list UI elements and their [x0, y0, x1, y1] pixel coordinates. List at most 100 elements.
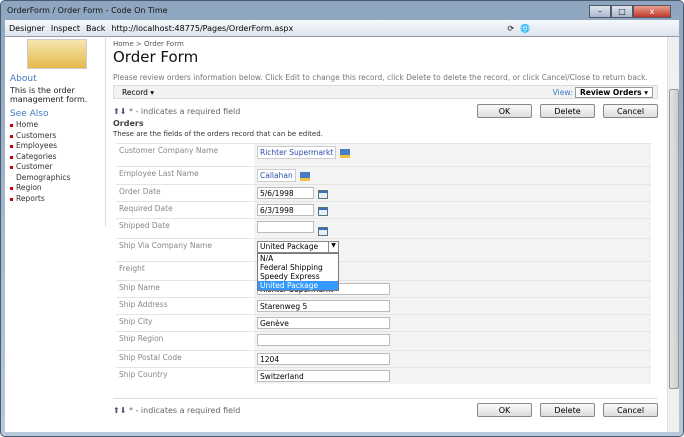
sidebar: About This is the order management form.…: [8, 37, 106, 227]
required-note: * - indicates a required field: [128, 106, 241, 116]
delete-button[interactable]: Delete: [540, 104, 595, 118]
calendar-icon[interactable]: [318, 206, 328, 216]
field-label: Order Date: [116, 184, 254, 202]
about-title: About: [10, 74, 37, 84]
sidebar-link-region[interactable]: Region: [10, 183, 105, 194]
ship-address-input[interactable]: Starenweg 5: [257, 299, 390, 312]
calendar-icon[interactable]: [318, 226, 328, 236]
app-logo-icon: [26, 39, 87, 69]
shipped-date-input[interactable]: [257, 221, 314, 233]
field-label: Ship City: [116, 313, 254, 331]
page-description: Please review orders information below. …: [113, 73, 648, 82]
field-row: Ship Via Company Name United Package ▼ N/A…: [116, 237, 651, 291]
delete-button[interactable]: Delete: [540, 403, 595, 417]
field-label: Ship Region: [116, 330, 254, 350]
breadcrumb-sep: >: [135, 40, 142, 48]
order-form-table: Customer Company Name Richter Supermarkt …: [116, 143, 651, 384]
field-row: Ship City Genève: [116, 313, 651, 331]
option-speedy-express[interactable]: Speedy Express: [258, 272, 338, 281]
sidebar-link-employees[interactable]: Employees: [10, 141, 105, 152]
ship-region-input[interactable]: [257, 333, 390, 346]
field-label: Employee Last Name: [116, 166, 254, 185]
bottom-button-row: ⬆⬇ * - indicates a required field OK Dele…: [113, 398, 658, 417]
field-label: Ship Postal Code: [116, 349, 254, 367]
ship-via-dropdown[interactable]: United Package ▼ N/A Federal Shipping Speed…: [257, 240, 339, 291]
arrow-up-icon[interactable]: ⬆: [113, 406, 120, 415]
ship-country-input[interactable]: Switzerland: [257, 369, 390, 382]
form-subtitle: These are the fields of the orders recor…: [113, 130, 323, 138]
form-title: Orders: [113, 119, 144, 128]
option-na[interactable]: N/A: [258, 254, 338, 263]
about-text: This is the order management form.: [10, 86, 88, 104]
arrow-down-icon[interactable]: ⬇: [120, 406, 127, 415]
field-row: Ship Region: [116, 330, 651, 350]
record-menu[interactable]: Record ▾: [122, 88, 154, 97]
field-label: Required Date: [116, 201, 254, 219]
cancel-button[interactable]: Cancel: [603, 403, 658, 417]
field-row: Ship Country Switzerland: [116, 366, 651, 384]
sidebar-link-reports[interactable]: Reports: [10, 194, 105, 205]
close-button[interactable]: x: [633, 5, 671, 18]
sidebar-link-home[interactable]: Home: [10, 120, 105, 131]
field-row: Ship Address Starenweg 5: [116, 296, 651, 314]
action-bar: Record ▾ View: Review Orders ▾: [113, 85, 658, 99]
vertical-scrollbar[interactable]: [667, 37, 679, 432]
back-button[interactable]: Back: [86, 24, 105, 33]
scrollbar-thumb[interactable]: [669, 89, 679, 389]
calendar-icon[interactable]: [318, 189, 328, 199]
ship-postal-code-input[interactable]: 1204: [257, 352, 390, 365]
view-label: View:: [552, 87, 573, 97]
sidebar-link-customers[interactable]: Customers: [10, 131, 105, 142]
address-bar[interactable]: http://localhost:48775/Pages/OrderForm.a…: [111, 24, 321, 33]
inspect-button[interactable]: Inspect: [51, 24, 80, 33]
ship-via-options: N/A Federal Shipping Speedy Express United …: [257, 252, 339, 291]
designer-button[interactable]: Designer: [9, 24, 45, 33]
window-title: OrderForm / Order Form - Code On Time: [7, 6, 168, 15]
minimize-button[interactable]: –: [589, 5, 611, 18]
required-note: * - indicates a required field: [128, 405, 241, 415]
breadcrumb-current: Order Form: [144, 40, 184, 48]
field-row: Employee Last Name Callahan: [116, 166, 651, 185]
field-row: Freight: [116, 260, 651, 280]
globe-icon[interactable]: 🌐: [520, 24, 530, 33]
arrow-up-icon[interactable]: ⬆: [113, 107, 120, 116]
chevron-down-icon[interactable]: ▼: [328, 241, 338, 252]
breadcrumb: Home > Order Form: [113, 40, 658, 48]
field-label: Ship Country: [116, 366, 254, 384]
field-label: Ship Name: [116, 279, 254, 297]
ship-via-selected[interactable]: United Package: [260, 242, 318, 251]
field-row: Order Date 5/6/1998: [116, 184, 651, 202]
ship-city-input[interactable]: Genève: [257, 316, 390, 329]
field-row: Ship Postal Code 1204: [116, 349, 651, 367]
required-date-input[interactable]: 6/3/1998: [257, 204, 314, 216]
cancel-button[interactable]: Cancel: [603, 104, 658, 118]
new-lookup-icon[interactable]: [340, 148, 351, 158]
sidebar-link-customer-demographics[interactable]: Customer Demographics: [10, 162, 105, 183]
top-button-row: ⬆⬇ * - indicates a required field OK Dele…: [113, 104, 658, 118]
ok-button[interactable]: OK: [477, 403, 532, 417]
ok-button[interactable]: OK: [477, 104, 532, 118]
breadcrumb-home[interactable]: Home: [113, 40, 134, 48]
field-row: Customer Company Name Richter Supermarkt: [116, 143, 651, 167]
title-bar: OrderForm / Order Form - Code On Time – □…: [7, 4, 677, 18]
arrow-down-icon[interactable]: ⬇: [120, 107, 127, 116]
maximize-button[interactable]: □: [611, 5, 633, 18]
browser-window: OrderForm / Order Form - Code On Time – □…: [0, 0, 684, 437]
page-title: Order Form: [113, 48, 199, 66]
sidebar-link-categories[interactable]: Categories: [10, 152, 105, 163]
order-date-input[interactable]: 5/6/1998: [257, 187, 314, 199]
customer-lookup-link[interactable]: Richter Supermarkt: [257, 146, 337, 159]
employee-lookup-link[interactable]: Callahan: [257, 169, 296, 182]
browser-toolbar: Designer Inspect Back http://localhost:4…: [5, 20, 679, 37]
refresh-icon[interactable]: ⟳: [507, 24, 514, 33]
option-federal-shipping[interactable]: Federal Shipping: [258, 263, 338, 272]
option-united-package[interactable]: United Package: [258, 280, 338, 290]
view-selector[interactable]: Review Orders ▾: [574, 86, 653, 98]
field-label: Ship Via Company Name: [116, 237, 254, 261]
field-row: Shipped Date: [116, 218, 651, 238]
field-label: Freight: [116, 260, 254, 280]
field-label: Ship Address: [116, 296, 254, 314]
new-lookup-icon[interactable]: [299, 171, 310, 181]
main-content: Home > Order Form Order Form Please revi…: [113, 37, 658, 417]
field-row: Required Date 6/3/1998: [116, 201, 651, 219]
